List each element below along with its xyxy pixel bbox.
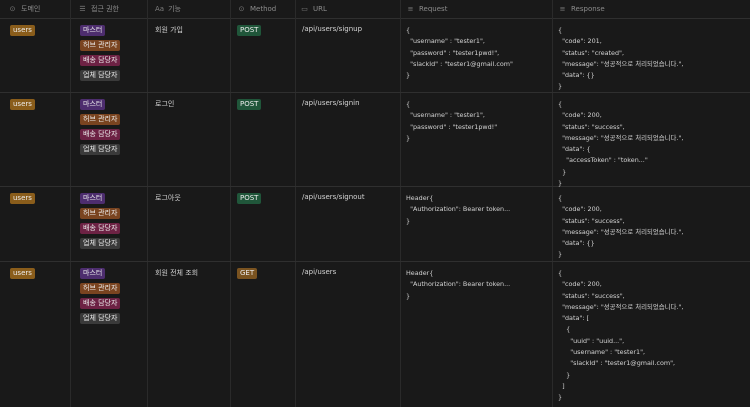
role-tag-hub-manager: 허브 관리자: [80, 114, 121, 125]
url-value[interactable]: /api/users/signout: [302, 193, 365, 201]
text-property-icon: ≡: [407, 5, 414, 13]
column-header-label: Method: [250, 5, 277, 13]
roles-cell[interactable]: 마스터 허브 관리자 배송 담당자 업체 담당자: [80, 268, 121, 328]
column-header-response[interactable]: ≡ Response: [558, 0, 605, 18]
column-header-feature[interactable]: Aa 기능: [155, 0, 181, 18]
request-body[interactable]: { "username" : "tester1", "password" : "…: [406, 25, 513, 81]
request-body[interactable]: Header{ "Authorization": Bearer token...…: [406, 193, 510, 227]
role-tag-master: 마스터: [80, 268, 106, 279]
role-tag-master: 마스터: [80, 99, 106, 110]
method-cell[interactable]: POST: [237, 193, 262, 204]
role-tag-delivery-manager: 배송 담당자: [80, 55, 121, 66]
role-tag-master: 마스터: [80, 193, 106, 204]
multi-select-property-icon: ☰: [79, 5, 86, 13]
column-header-domain[interactable]: ⊙ 도메인: [8, 0, 41, 18]
table-row[interactable]: users 마스터 허브 관리자 배송 담당자 업체 담당자 회원 가입 POS…: [0, 19, 750, 93]
domain-cell[interactable]: users: [10, 25, 35, 36]
domain-cell[interactable]: users: [10, 268, 35, 279]
domain-tag: users: [10, 268, 35, 279]
table-row[interactable]: users 마스터 허브 관리자 배송 담당자 업체 담당자 로그인 POST …: [0, 93, 750, 187]
column-header-url[interactable]: ▭ URL: [300, 0, 327, 18]
role-tag-vendor-manager: 업체 담당자: [80, 70, 121, 81]
feature-title[interactable]: 회원 전체 조회: [155, 268, 198, 278]
feature-title[interactable]: 로그인: [155, 99, 174, 109]
domain-tag: users: [10, 193, 35, 204]
role-tag-master: 마스터: [80, 25, 106, 36]
title-property-icon: Aa: [155, 5, 165, 13]
roles-cell[interactable]: 마스터 허브 관리자 배송 담당자 업체 담당자: [80, 25, 121, 85]
url-property-icon: ▭: [301, 5, 308, 13]
domain-tag: users: [10, 25, 35, 36]
roles-cell[interactable]: 마스터 허브 관리자 배송 담당자 업체 담당자: [80, 193, 121, 253]
column-header-roles[interactable]: ☰ 접근 권한: [78, 0, 119, 18]
column-header-method[interactable]: ⊙ Method: [237, 0, 277, 18]
domain-tag: users: [10, 99, 35, 110]
column-header-label: Response: [571, 5, 605, 13]
role-tag-hub-manager: 허브 관리자: [80, 208, 121, 219]
url-value[interactable]: /api/users/signin: [302, 99, 360, 107]
method-cell[interactable]: POST: [237, 25, 262, 36]
response-body[interactable]: { "code": 200, "status": "success", "mes…: [558, 268, 683, 404]
method-cell[interactable]: GET: [237, 268, 258, 279]
request-body[interactable]: { "username" : "tester1", "password" : "…: [406, 99, 497, 144]
text-property-icon: ≡: [559, 5, 566, 13]
url-value[interactable]: /api/users/signup: [302, 25, 362, 33]
role-tag-delivery-manager: 배송 담당자: [80, 129, 121, 140]
method-tag: POST: [237, 193, 262, 204]
domain-cell[interactable]: users: [10, 193, 35, 204]
column-header-label: 도메인: [21, 5, 41, 13]
role-tag-vendor-manager: 업체 담당자: [80, 313, 121, 324]
role-tag-delivery-manager: 배송 담당자: [80, 223, 121, 234]
role-tag-delivery-manager: 배송 담당자: [80, 298, 121, 309]
response-body[interactable]: { "code": 201, "status": "created", "mes…: [558, 25, 683, 93]
roles-cell[interactable]: 마스터 허브 관리자 배송 담당자 업체 담당자: [80, 99, 121, 159]
role-tag-vendor-manager: 업체 담당자: [80, 144, 121, 155]
feature-title[interactable]: 회원 가입: [155, 25, 183, 35]
role-tag-hub-manager: 허브 관리자: [80, 40, 121, 51]
method-tag: POST: [237, 25, 262, 36]
table-row[interactable]: users 마스터 허브 관리자 배송 담당자 업체 담당자 로그아웃 POST…: [0, 187, 750, 262]
url-value[interactable]: /api/users: [302, 268, 336, 276]
column-header-label: 기능: [168, 5, 181, 13]
role-tag-vendor-manager: 업체 담당자: [80, 238, 121, 249]
table-header: ⊙ 도메인 ☰ 접근 권한 Aa 기능 ⊙ Method ▭ URL ≡ Request ≡…: [0, 0, 750, 19]
column-header-label: URL: [313, 5, 327, 13]
column-header-label: Request: [419, 5, 448, 13]
select-property-icon: ⊙: [238, 5, 245, 13]
method-cell[interactable]: POST: [237, 99, 262, 110]
method-tag: GET: [237, 268, 258, 279]
domain-cell[interactable]: users: [10, 99, 35, 110]
feature-title[interactable]: 로그아웃: [155, 193, 181, 203]
response-body[interactable]: { "code": 200, "status": "success", "mes…: [558, 193, 683, 261]
select-property-icon: ⊙: [9, 5, 16, 13]
role-tag-hub-manager: 허브 관리자: [80, 283, 121, 294]
response-body[interactable]: { "code": 200, "status": "success", "mes…: [558, 99, 683, 189]
table-row[interactable]: users 마스터 허브 관리자 배송 담당자 업체 담당자 회원 전체 조회 …: [0, 262, 750, 407]
method-tag: POST: [237, 99, 262, 110]
column-header-request[interactable]: ≡ Request: [406, 0, 448, 18]
column-header-label: 접근 권한: [91, 5, 119, 13]
request-body[interactable]: Header{ "Authorization": Bearer token...…: [406, 268, 510, 302]
